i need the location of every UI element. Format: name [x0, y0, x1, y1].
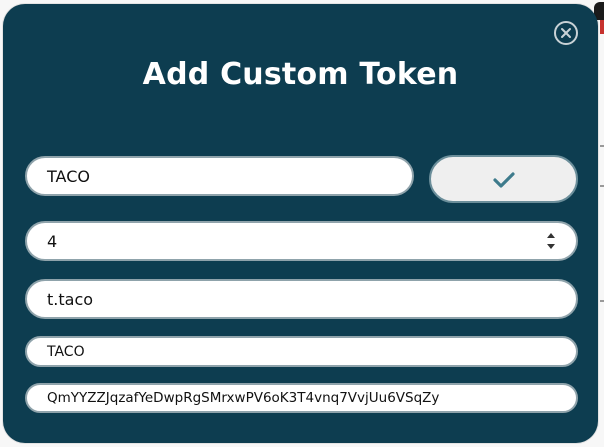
background-divider [600, 185, 604, 187]
token-name-value: TACO [47, 343, 85, 360]
stepper-down-icon[interactable] [547, 244, 555, 249]
checkmark-icon [493, 172, 515, 188]
token-symbol-input[interactable]: TACO [25, 156, 414, 196]
background-divider [600, 145, 604, 147]
token-symbol-value: TACO [47, 166, 90, 186]
token-decimals-value: 4 [47, 231, 58, 251]
token-name-input[interactable]: TACO [25, 336, 578, 367]
add-custom-token-modal: Add Custom Token TACO 4 t.taco TACO QmYY… [3, 4, 598, 443]
token-decimals-input[interactable]: 4 [25, 221, 578, 261]
background-divider [600, 300, 604, 302]
decimals-stepper[interactable] [546, 233, 556, 249]
token-icon-hash-input[interactable]: QmYYZZJqzafYeDwpRgSMrxwPV6oK3T4vnq7VvjUu… [25, 383, 578, 413]
token-contract-value: t.taco [47, 289, 94, 309]
modal-title: Add Custom Token [142, 57, 459, 92]
close-circle-icon [561, 28, 571, 38]
close-button[interactable] [554, 21, 578, 45]
confirm-button[interactable] [429, 155, 578, 203]
token-contract-input[interactable]: t.taco [25, 279, 578, 319]
stepper-up-icon[interactable] [547, 233, 555, 238]
token-icon-hash-value: QmYYZZJqzafYeDwpRgSMrxwPV6oK3T4vnq7VvjUu… [47, 390, 440, 406]
background-accent-fragment [600, 20, 604, 34]
